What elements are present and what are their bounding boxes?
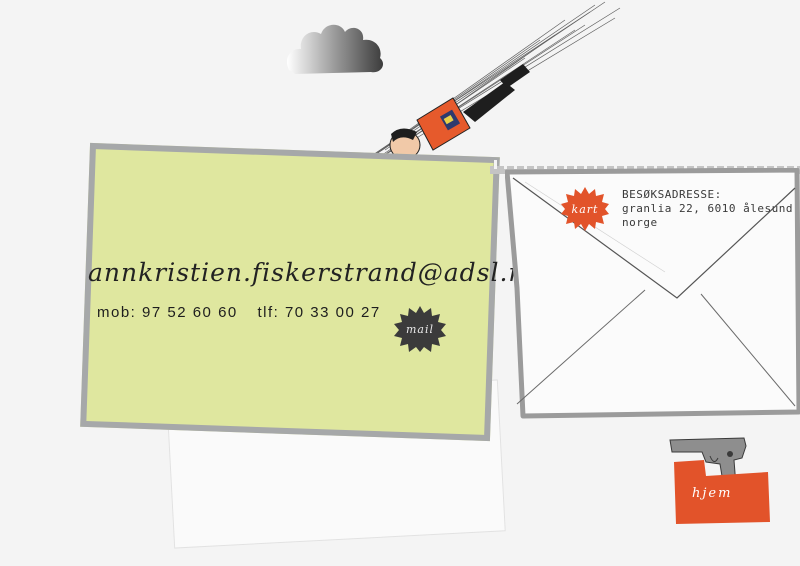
address-country: norge bbox=[622, 216, 658, 229]
folder-tab-icon bbox=[674, 460, 770, 524]
hjem-label: hjem bbox=[692, 486, 733, 501]
phone-number: tlf: 70 33 00 27 bbox=[257, 304, 381, 321]
address-street: granlia 22, 6010 ålesund bbox=[622, 202, 793, 215]
kart-button[interactable]: kart bbox=[560, 186, 610, 232]
phone-numbers: mob: 97 52 60 60 tlf: 70 33 00 27 bbox=[97, 304, 381, 321]
business-card bbox=[80, 142, 500, 442]
mail-label: mail bbox=[405, 322, 435, 336]
mobile-number: mob: 97 52 60 60 bbox=[97, 304, 238, 321]
address-heading: BESØKSADRESSE: bbox=[622, 188, 722, 201]
email-address[interactable]: annkristien.fiskerstrand@adsl.no bbox=[88, 258, 541, 287]
visiting-address: BESØKSADRESSE: granlia 22, 6010 ålesund … bbox=[622, 188, 793, 230]
mail-button[interactable]: mail bbox=[393, 305, 447, 353]
hjem-button[interactable]: hjem bbox=[666, 432, 772, 528]
kart-label: kart bbox=[571, 202, 599, 216]
